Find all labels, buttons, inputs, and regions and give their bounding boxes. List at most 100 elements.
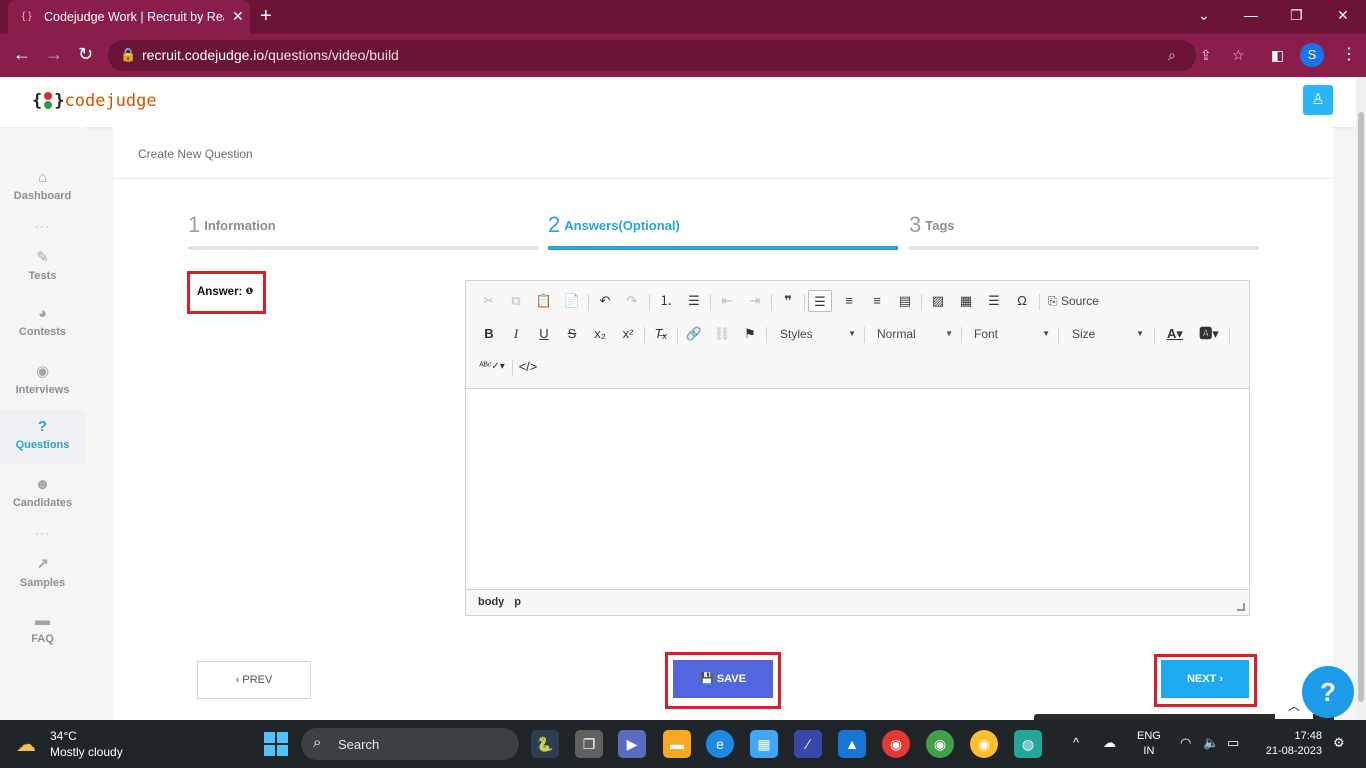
bulleted-list-icon[interactable]: ☰ <box>682 290 706 312</box>
align-right-icon[interactable]: ≡ <box>865 290 889 312</box>
align-center-icon[interactable]: ≡ <box>837 290 861 312</box>
editor-resize-handle[interactable] <box>1237 603 1245 611</box>
taskbar-search[interactable]: ⌕ Search <box>301 728 519 760</box>
step-information[interactable]: 1 Information <box>188 212 538 250</box>
sidebar-item-samples[interactable]: ↗ Samples <box>0 555 85 607</box>
url-bar[interactable]: 🔒 recruit.codejudge.io/questions/video/b… <box>108 40 1245 71</box>
bold-icon[interactable]: B <box>477 323 501 345</box>
align-left-icon[interactable]: ☰ <box>808 290 832 312</box>
file-explorer-icon[interactable]: ▬ <box>663 730 691 758</box>
page-scrollbar[interactable] <box>1356 77 1366 720</box>
prev-button[interactable]: ‹ PREV <box>197 661 311 699</box>
help-button[interactable]: ? <box>1302 666 1354 718</box>
teams-icon[interactable]: ▶ <box>618 730 646 758</box>
onedrive-icon[interactable]: ☁ <box>1103 735 1116 751</box>
forward-arrow-icon[interactable]: → <box>45 44 63 65</box>
image-icon[interactable]: ▨ <box>926 290 950 312</box>
superscript-icon[interactable]: x² <box>616 323 640 345</box>
tray-chevron-up-icon[interactable]: ^ <box>1073 735 1079 750</box>
sidebar-item-dashboard[interactable]: ⌂ Dashboard <box>0 169 85 221</box>
spellcheck-icon[interactable]: ᴬᴮᶜ✓▾ <box>477 356 507 378</box>
share-icon[interactable]: ⇪ <box>1200 47 1212 64</box>
chrome-icon[interactable]: ◉ <box>882 730 910 758</box>
windows-start-icon[interactable] <box>264 732 288 756</box>
side-panel-icon[interactable]: ◧ <box>1271 47 1284 64</box>
path-body[interactable]: body <box>478 596 504 608</box>
anchor-flag-icon[interactable]: ⚑ <box>738 323 762 345</box>
language-indicator[interactable]: ENG IN <box>1137 729 1161 759</box>
volume-icon[interactable]: 🔈 <box>1203 735 1219 751</box>
user-account-button[interactable]: ♙ <box>1303 85 1333 115</box>
lock-icon[interactable]: 🔒 <box>120 47 136 63</box>
edge-icon[interactable]: e <box>706 730 734 758</box>
sidebar-item-tests[interactable]: ✎ Tests <box>0 248 85 300</box>
sidebar-item-contests[interactable]: ◕ Contests <box>0 305 85 357</box>
styles-dropdown[interactable]: Styles ▼ <box>780 323 860 345</box>
undo-icon[interactable]: ↶ <box>593 290 617 312</box>
chrome-alt-icon[interactable]: ◉ <box>970 730 998 758</box>
save-button[interactable]: 💾 SAVE <box>673 660 773 698</box>
unlink-icon[interactable]: ⛓ <box>710 323 734 345</box>
copy-icon[interactable]: ⧉ <box>504 290 528 312</box>
notification-icon[interactable]: ⚙ <box>1333 735 1345 751</box>
background-color-icon[interactable]: 🅰▾ <box>1194 323 1224 345</box>
font-dropdown[interactable]: Font ▼ <box>974 323 1054 345</box>
code-snippet-icon[interactable]: </> <box>516 356 540 378</box>
weather-cloud-icon[interactable]: ☁ <box>16 732 36 757</box>
codejudge-logo[interactable]: {}codejudge <box>32 91 157 111</box>
store-icon[interactable]: ▦ <box>750 730 778 758</box>
cut-icon[interactable]: ✂ <box>477 290 501 312</box>
italic-icon[interactable]: I <box>504 323 528 345</box>
text-color-icon[interactable]: A▾ <box>1160 323 1190 345</box>
tab-search-chevron-icon[interactable]: ⌄ <box>1198 7 1210 24</box>
indent-icon[interactable]: ⇥ <box>743 290 767 312</box>
new-tab-icon[interactable]: + <box>260 5 272 28</box>
sidebar-item-questions[interactable]: ? Questions <box>0 410 85 464</box>
browser-tab[interactable]: { } Codejudge Work | Recruit by Real ✕ <box>8 0 250 34</box>
sidebar-item-interviews[interactable]: ◉ Interviews <box>0 362 85 414</box>
editor-content-area[interactable] <box>466 388 1249 590</box>
blockquote-icon[interactable]: ❞ <box>776 290 800 312</box>
weather-description[interactable]: Mostly cloudy <box>50 745 123 759</box>
outdent-icon[interactable]: ⇤ <box>715 290 739 312</box>
table-icon[interactable]: ▦ <box>954 290 978 312</box>
numbered-list-icon[interactable]: ⒈ <box>654 290 678 312</box>
minimize-icon[interactable]: — <box>1244 7 1258 23</box>
bookmark-star-icon[interactable]: ☆ <box>1232 47 1245 64</box>
redo-icon[interactable]: ↷ <box>620 290 644 312</box>
sidebar-item-faq[interactable]: ▬ FAQ <box>0 612 85 664</box>
battery-icon[interactable]: ▭ <box>1227 735 1239 751</box>
photos-icon[interactable]: ▲ <box>838 730 866 758</box>
paste-icon[interactable]: 📋 <box>532 290 556 312</box>
sidebar-item-candidates[interactable]: ☻ Candidates <box>0 476 85 528</box>
app-globe-icon[interactable]: ◍ <box>1014 730 1042 758</box>
step-answers[interactable]: 2 Answers(Optional) <box>548 212 898 250</box>
profile-avatar[interactable]: S <box>1300 43 1324 67</box>
clock[interactable]: 17:48 21-08-2023 <box>1262 729 1322 759</box>
chrome-profile-icon[interactable]: ◉ <box>926 730 954 758</box>
step-tags[interactable]: 3 Tags <box>909 212 1259 250</box>
paste-text-icon[interactable]: 📄 <box>560 290 584 312</box>
browser-menu-icon[interactable]: ⋮ <box>1341 44 1357 64</box>
underline-icon[interactable]: U <box>532 323 556 345</box>
link-icon[interactable]: 🔗 <box>682 323 706 345</box>
info-icon[interactable]: ❶ <box>246 286 254 296</box>
special-char-icon[interactable]: Ω <box>1010 290 1034 312</box>
back-arrow-icon[interactable]: ← <box>13 44 31 65</box>
format-dropdown[interactable]: Normal ▼ <box>877 323 957 345</box>
tab-close-icon[interactable]: ✕ <box>232 8 244 25</box>
size-dropdown[interactable]: Size ▼ <box>1072 323 1148 345</box>
window-close-icon[interactable]: ✕ <box>1337 7 1349 24</box>
horizontal-line-icon[interactable]: ☰ <box>982 290 1006 312</box>
strikethrough-icon[interactable]: S <box>560 323 584 345</box>
weather-temperature[interactable]: 34°C <box>50 729 77 743</box>
zoom-search-icon[interactable]: ⌕ <box>1168 47 1176 64</box>
path-p[interactable]: p <box>514 596 521 608</box>
align-justify-icon[interactable]: ▤ <box>893 290 917 312</box>
reload-icon[interactable]: ↻ <box>78 44 93 65</box>
vscode-like-icon[interactable]: ⁄ <box>794 730 822 758</box>
restore-icon[interactable]: ❐ <box>1290 7 1303 24</box>
app-beta-icon[interactable]: 🐍 <box>531 730 559 758</box>
wifi-icon[interactable]: ◠ <box>1180 735 1191 751</box>
scrollbar-thumb[interactable] <box>1358 112 1364 702</box>
